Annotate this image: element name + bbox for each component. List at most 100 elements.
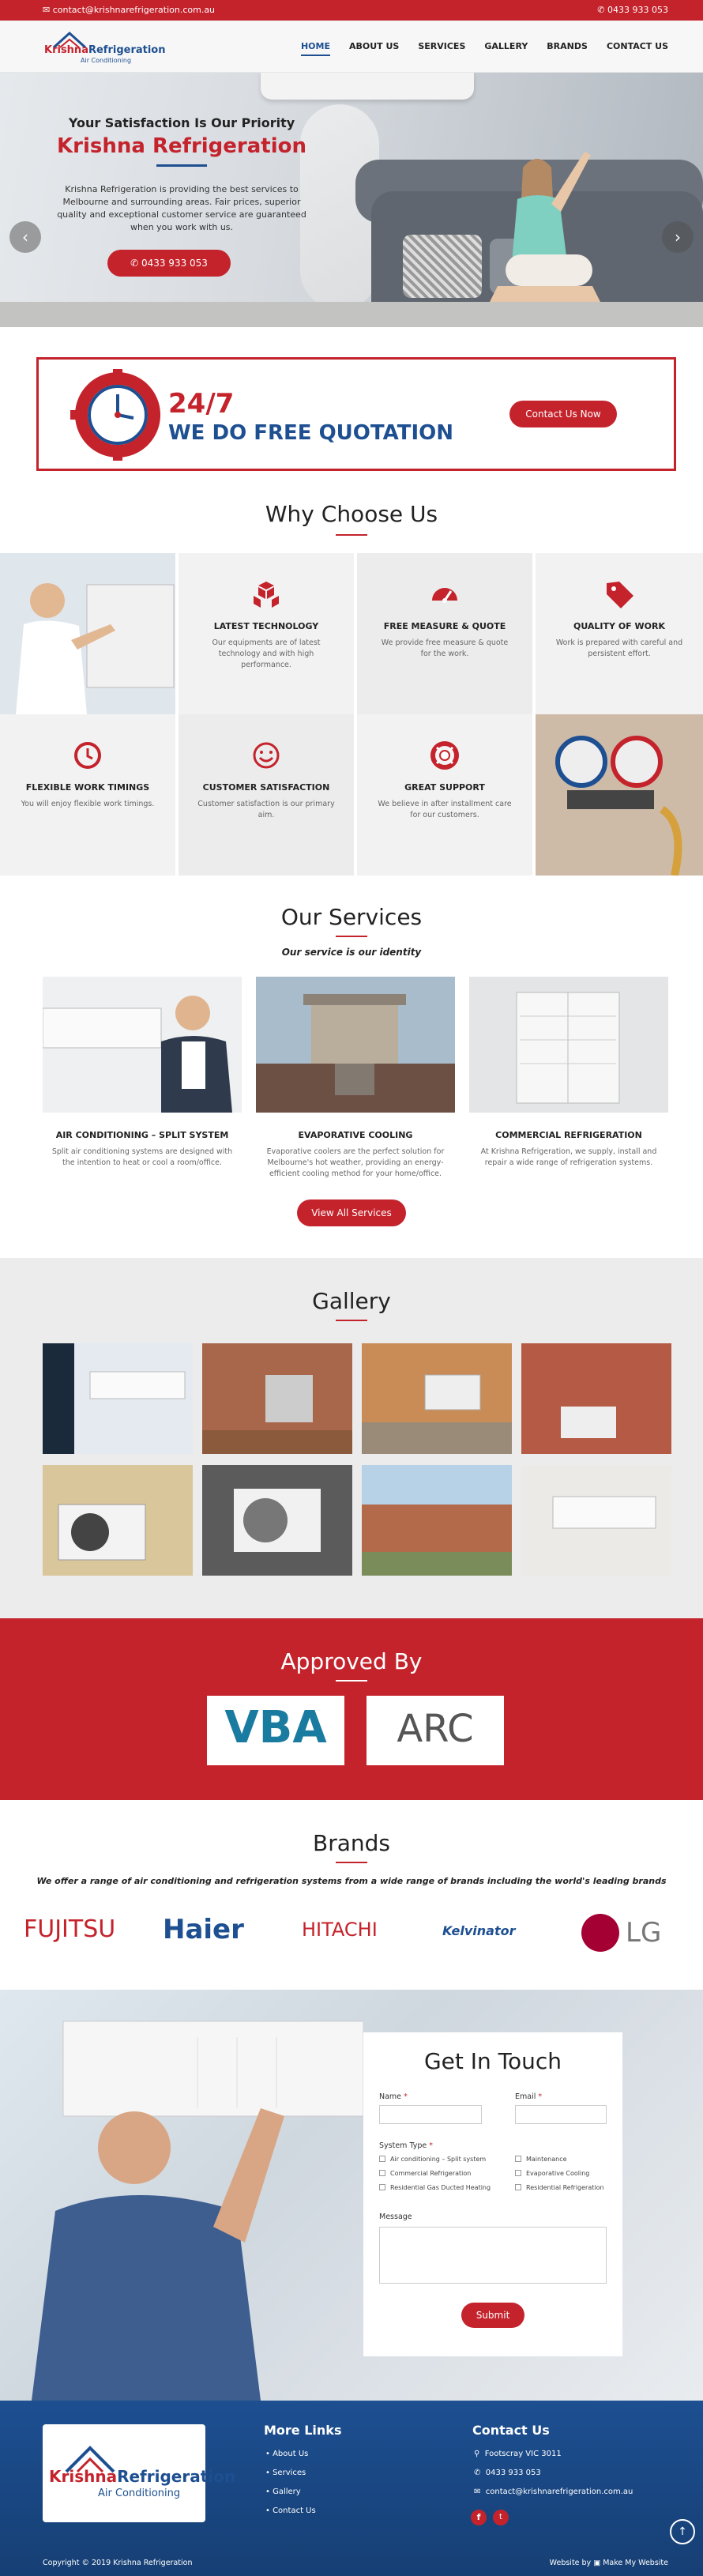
why-item: GREAT SUPPORT We believe in after instal… [357,714,532,876]
gallery-underline [336,1320,367,1321]
name-input[interactable] [379,2105,482,2124]
footer-logo[interactable]: KrishnaRefrigeration Air Conditioning [43,2424,235,2522]
option-maintenance[interactable]: Maintenance [515,2156,567,2163]
vba-logo: VBA [207,1696,344,1765]
name-label-text: Name [379,2092,402,2101]
option-commercial[interactable]: Commercial Refrigeration [379,2170,471,2177]
system-type-label: System Type * [379,2141,434,2150]
topbar-phone[interactable]: ✆ 0433 933 053 [597,5,668,15]
brand-hitachi: HITACHI [302,1919,378,1941]
footer-link-gallery[interactable]: • Gallery [265,2487,301,2496]
footer-logo-sub: Air Conditioning [98,2487,181,2499]
brands-subtitle: We offer a range of air conditioning and… [36,1876,667,1886]
footer-link-contact[interactable]: • Contact Us [265,2506,316,2515]
why-item-title: LATEST TECHNOLOGY [213,621,319,631]
hero-text: Krishna Refrigeration is providing the b… [57,184,306,232]
technician-ac-image [32,2021,363,2401]
phone-icon: ✆ [130,258,139,269]
services-underline [336,936,367,937]
chevron-right-icon: › [675,228,681,247]
service-card[interactable]: AIR CONDITIONING – SPLIT SYSTEM Split ai… [43,977,242,1169]
footer-link-about[interactable]: • About Us [265,2450,308,2458]
smile-icon [253,742,280,769]
service-card[interactable]: EVAPORATIVE COOLING Evaporative coolers … [256,977,455,1180]
gallery-photo [521,1465,671,1576]
clock-gear-icon [70,369,161,461]
option-label: Residential Refrigeration [526,2184,604,2191]
more-links-title: More Links [264,2423,342,2438]
gallery-image[interactable] [362,1465,512,1576]
footer-link-services[interactable]: • Services [265,2469,306,2477]
footer-address-text: Footscray VIC 3011 [484,2450,562,2458]
why-title: Why Choose Us [265,501,438,527]
brand-lg: LG [626,1917,662,1949]
gallery-photo [202,1343,352,1454]
gallery-image[interactable] [362,1343,512,1454]
service-text: Evaporative coolers are the perfect solu… [266,1147,445,1178]
view-all-services-button[interactable]: View All Services [297,1199,406,1226]
gallery-photo [43,1343,193,1454]
email-input[interactable] [515,2105,607,2124]
nav-gallery[interactable]: GALLERY [484,41,528,56]
phone-icon: ✆ [474,2469,481,2477]
service-card[interactable]: COMMERCIAL REFRIGERATION At Krishna Refr… [469,977,668,1169]
email-label-text: Email [515,2092,536,2101]
map-marker-icon: ⚲ [474,2450,480,2458]
gallery-image[interactable] [43,1465,193,1576]
why-item-text: Customer satisfaction is our primary aim… [197,800,335,819]
submit-button[interactable]: Submit [461,2303,524,2328]
service-text: Split air conditioning systems are desig… [51,1147,233,1167]
option-evaporative[interactable]: Evaporative Cooling [515,2170,589,2177]
option-residential-refrigeration[interactable]: Residential Refrigeration [515,2184,604,2191]
contact-us-now-button[interactable]: Contact Us Now [509,401,617,427]
logo-text-krishna: Krishna [44,44,88,56]
brands-title: Brands [313,1830,390,1856]
gallery-image[interactable] [43,1343,193,1454]
footer-email[interactable]: ✉ contact@krishnarefrigeration.com.au [474,2487,633,2496]
approved-section: Approved By VBA ARC [0,1618,703,1800]
lg-logo-icon [581,1914,619,1952]
nav-brands[interactable]: BRANDS [547,41,588,56]
gallery-image[interactable] [521,1343,671,1454]
make-my-website-logo-icon: ▣ [593,2559,601,2567]
topbar-email[interactable]: ✉ contact@krishnarefrigeration.com.au [43,5,215,15]
why-item-text: You will enjoy flexible work timings. [21,800,155,808]
hero-cushion [403,235,482,298]
option-gas-heating[interactable]: Residential Gas Ducted Heating [379,2184,491,2191]
website-credit[interactable]: Website by ▣ Make My Website [550,2559,668,2567]
slider-prev-button[interactable]: ‹ [9,221,41,253]
email-label: Email * [515,2092,543,2101]
services-subtitle: Our service is our identity [281,947,422,958]
slider-next-button[interactable]: › [662,221,694,253]
top-bar: ✉ contact@krishnarefrigeration.com.au ✆ … [0,0,703,21]
footer-link-label: About Us [273,2450,309,2458]
gallery-photo [362,1465,512,1576]
gallery-image[interactable] [521,1465,671,1576]
message-textarea[interactable] [379,2227,607,2284]
nav-about[interactable]: ABOUT US [349,41,399,56]
message-label: Message [379,2213,412,2221]
nav-home[interactable]: HOME [300,41,330,56]
why-item: QUALITY OF WORK Work is prepared with ca… [536,553,703,714]
phone-icon: ✆ [597,5,605,15]
facebook-icon[interactable]: f [471,2510,487,2525]
hero-kicker: Your Satisfaction Is Our Priority [68,115,295,130]
site-logo[interactable]: KrishnaRefrigeration Air Conditioning [43,27,165,66]
option-split-system[interactable]: Air conditioning – Split system [379,2156,486,2163]
footer-phone[interactable]: ✆ 0433 933 053 [474,2469,541,2477]
twitter-icon[interactable]: t [493,2510,509,2525]
brand-fujitsu: FUJITSU [24,1915,116,1943]
service-image [43,977,242,1113]
brand-kelvinator: Kelvinator [442,1923,516,1938]
hero-divider [156,164,207,167]
nav-services[interactable]: SERVICES [418,41,465,56]
gallery-image[interactable] [202,1343,352,1454]
nav-contact[interactable]: CONTACT US [607,41,668,56]
credit-brand: Make My Website [603,2559,668,2567]
footer-address: ⚲ Footscray VIC 3011 [474,2450,562,2458]
gallery-image[interactable] [202,1465,352,1576]
split-system-photo [43,996,232,1113]
back-to-top-button[interactable]: ↑ [670,2519,695,2544]
hero-phone-button[interactable]: ✆ 0433 933 053 [107,250,231,277]
gauge-icon [432,588,457,603]
